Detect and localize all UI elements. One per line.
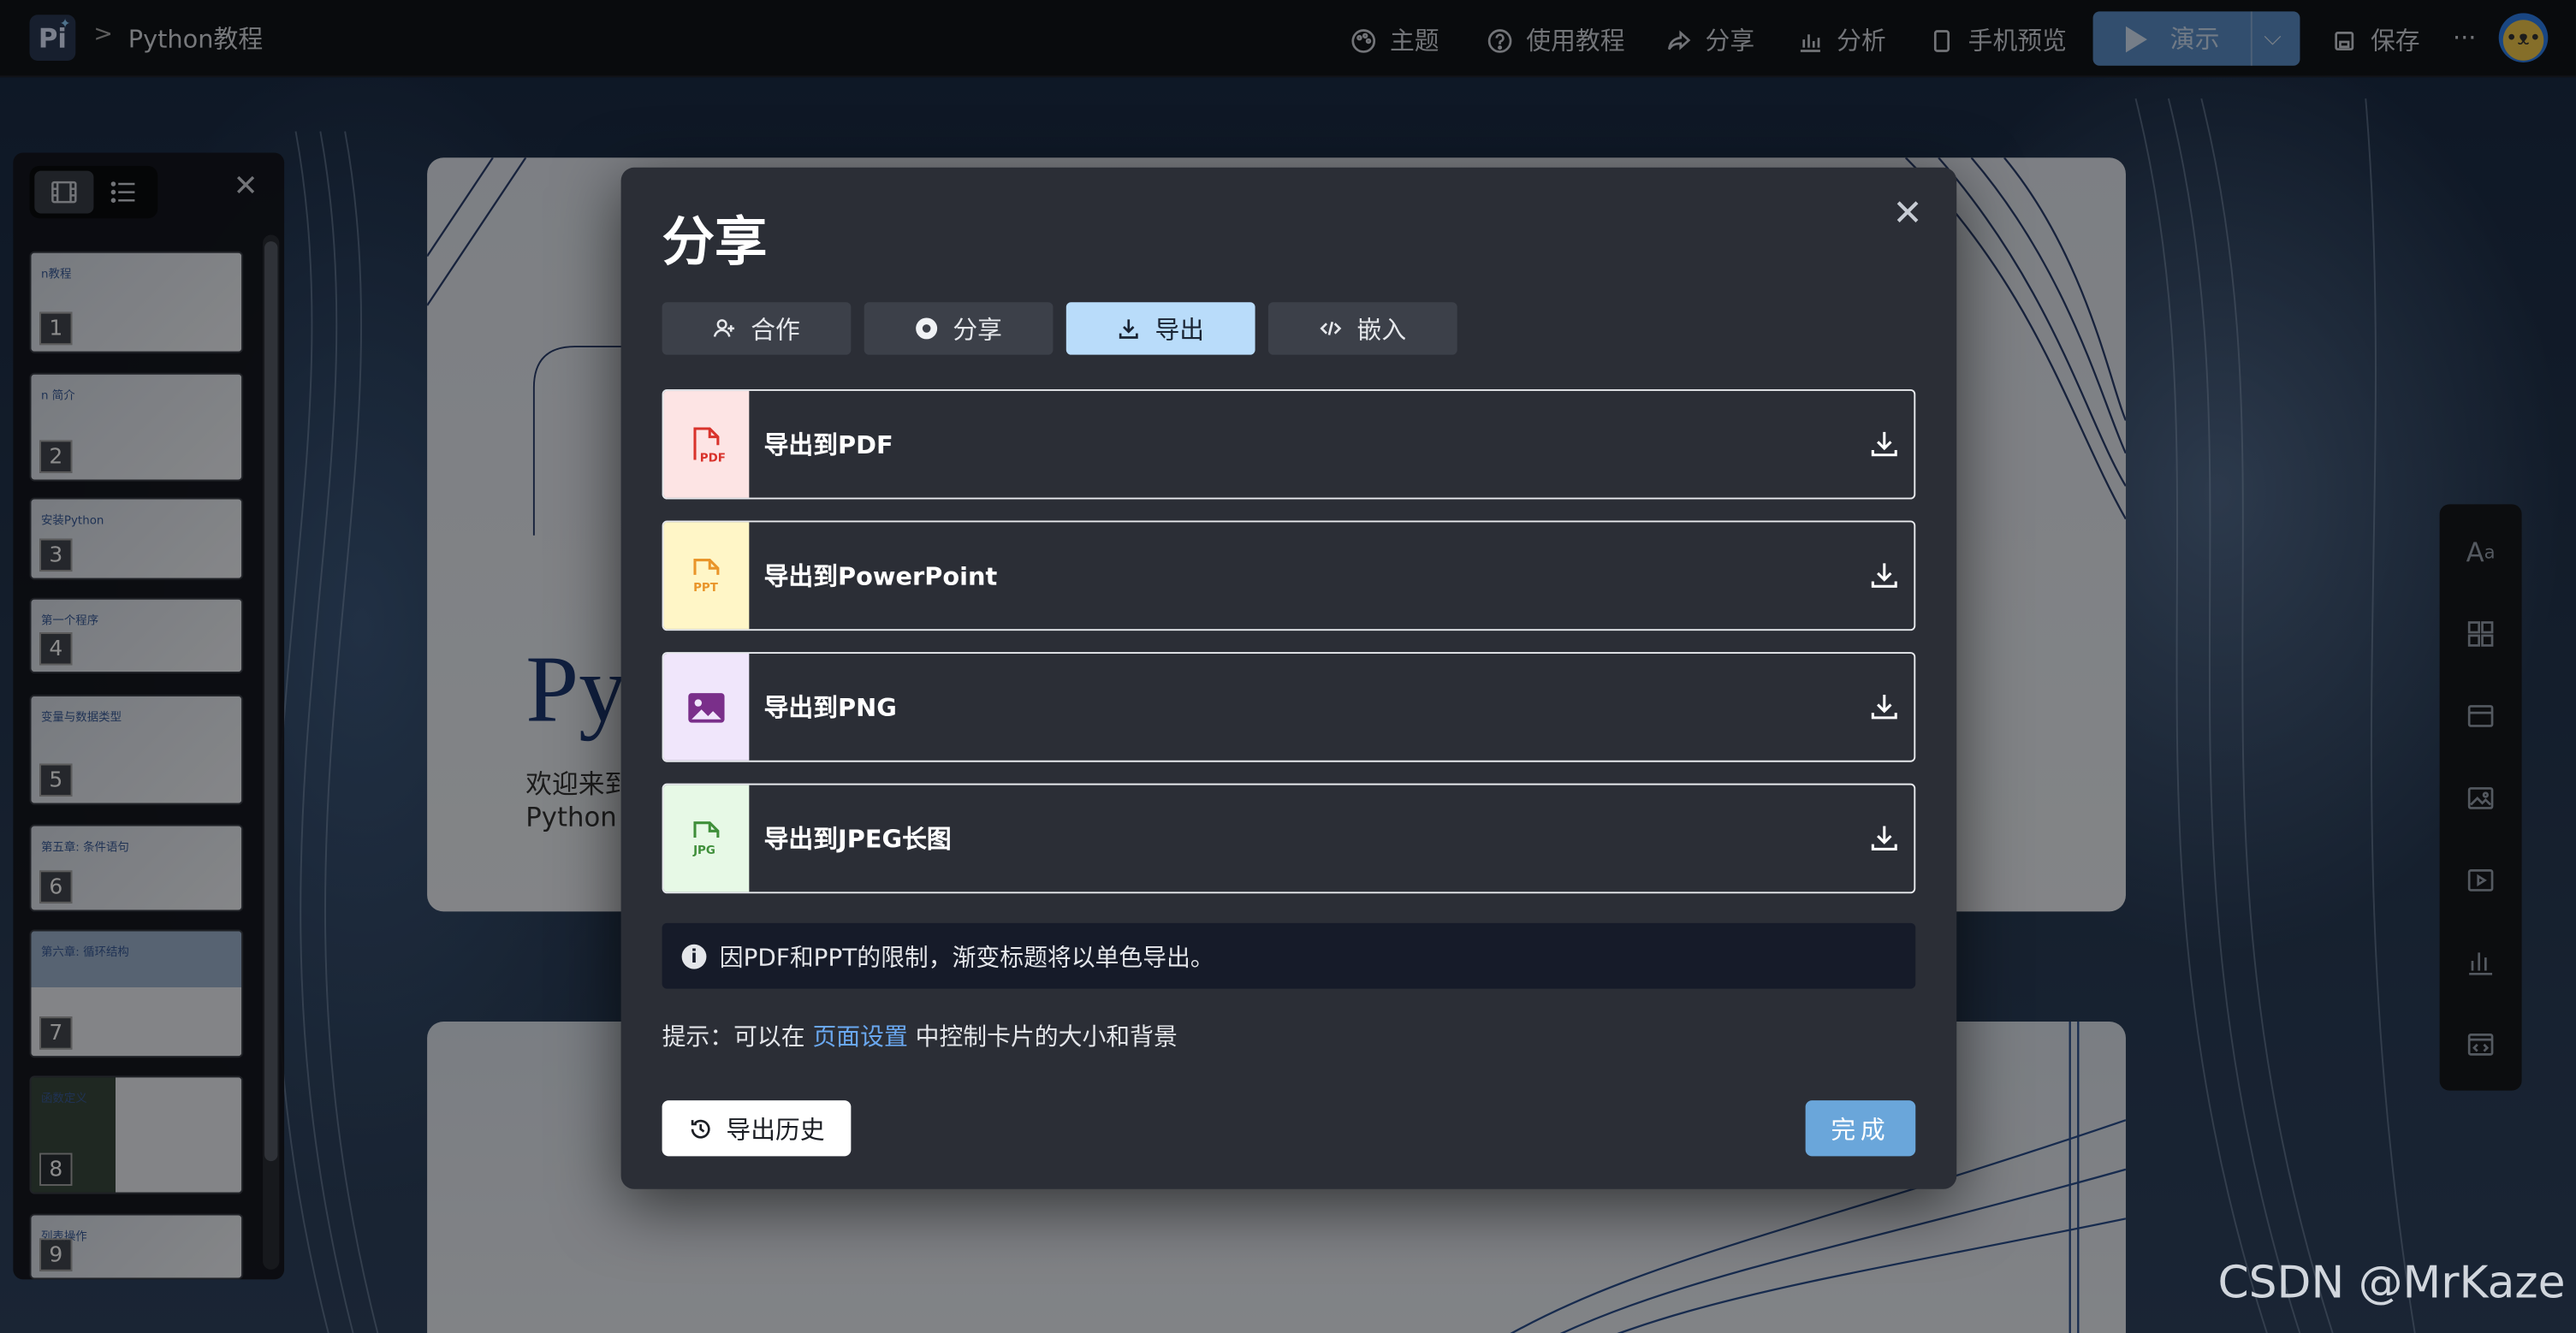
download-icon[interactable] [1868,690,1901,722]
jpg-file-icon: JPG [663,785,750,892]
export-ppt-row[interactable]: PPT 导出到PowerPoint [662,520,1916,631]
export-notice: i 因PDF和PPT的限制，渐变标题将以单色导出。 [662,922,1916,989]
export-pdf-label: 导出到PDF [763,430,893,460]
export-jpeg-label: 导出到JPEG长图 [763,824,952,855]
close-icon[interactable]: ✕ [1892,194,1922,235]
svg-text:JPG: JPG [692,844,715,856]
export-history-button[interactable]: 导出历史 [662,1100,852,1157]
code-icon [1320,321,1342,335]
download-icon[interactable] [1868,427,1901,459]
tab-export[interactable]: 导出 [1065,302,1255,355]
image-file-icon [663,654,750,761]
download-icon[interactable] [1868,821,1901,854]
share-circle-icon [916,317,938,340]
user-add-icon [713,319,735,337]
info-icon: i [681,943,707,969]
share-dialog: 分享 ✕ 合作 分享 导出 嵌入 PDF 导出到PDF PPT 导出到Power… [620,167,1957,1189]
export-ppt-label: 导出到PowerPoint [763,561,998,592]
pdf-file-icon: PDF [663,390,750,498]
tab-share[interactable]: 分享 [864,302,1054,355]
export-png-row[interactable]: 导出到PNG [662,652,1916,762]
dialog-title: 分享 [662,210,768,273]
export-png-label: 导出到PNG [763,693,897,723]
tab-embed[interactable]: 嵌入 [1267,302,1457,355]
page-settings-link[interactable]: 页面设置 [812,1025,907,1052]
tab-collaborate[interactable]: 合作 [662,302,852,355]
export-pdf-row[interactable]: PDF 导出到PDF [662,388,1916,500]
watermark: CSDN @MrKaze [2217,1258,2566,1309]
download-icon[interactable] [1868,559,1901,591]
history-icon [691,1118,710,1138]
hint-text: 提示：可以在 页面设置 中控制卡片的大小和背景 [662,1024,1178,1052]
svg-text:PPT: PPT [693,581,719,594]
svg-text:PDF: PDF [700,451,726,464]
ppt-file-icon: PPT [663,522,750,630]
done-button[interactable]: 完成 [1805,1100,1916,1157]
export-jpeg-row[interactable]: JPG 导出到JPEG长图 [662,783,1916,894]
download-icon [1119,319,1138,339]
notice-text: 因PDF和PPT的限制，渐变标题将以单色导出。 [719,945,1214,972]
